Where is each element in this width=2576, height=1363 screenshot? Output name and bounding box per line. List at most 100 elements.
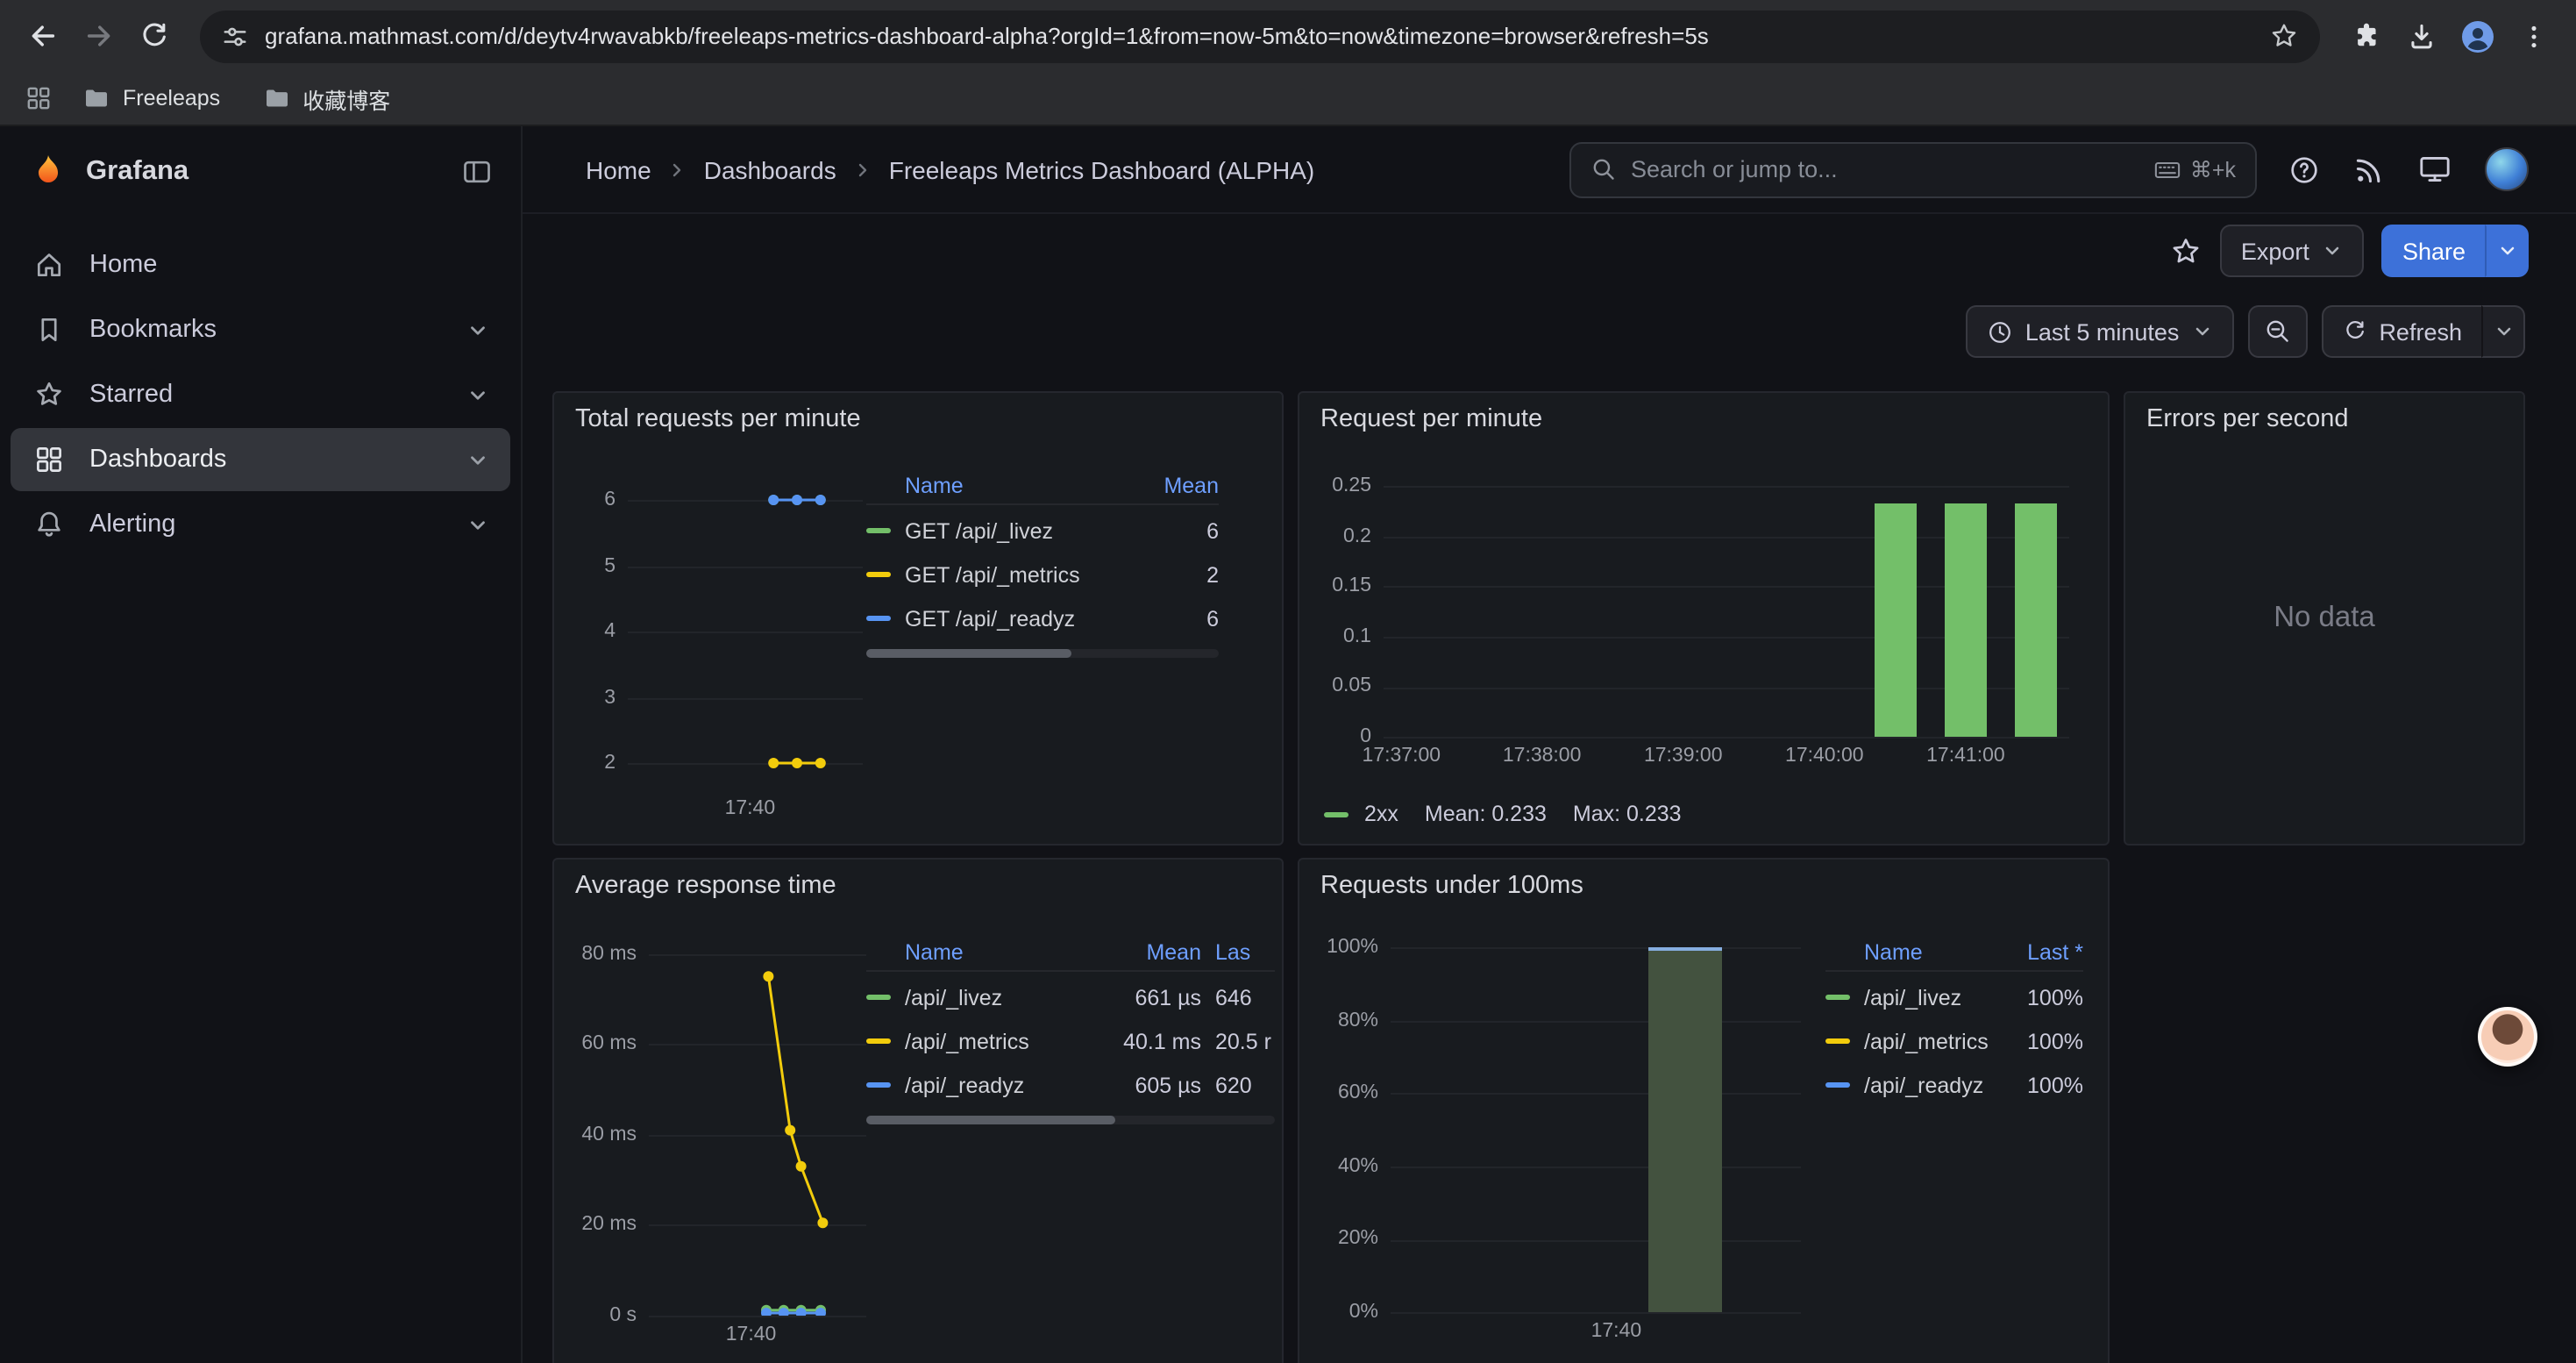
help-icon[interactable] (2288, 153, 2320, 185)
browser-menu-icon[interactable] (2509, 11, 2558, 61)
series-last: 100% (2003, 985, 2083, 1010)
legend-col-name[interactable]: Name (866, 939, 1089, 964)
sidebar-item-home[interactable]: Home (11, 233, 510, 296)
panel-request-per-minute: Request per minute 0.250.20.150.10.05017… (1298, 391, 2110, 846)
legend-col-last[interactable]: Las (1215, 939, 1275, 964)
chevron-down-icon[interactable] (466, 318, 489, 341)
series-name[interactable]: /api/_livez (1864, 985, 1989, 1010)
series-name[interactable]: 2xx (1364, 802, 1398, 826)
zoom-out-icon[interactable] (2247, 305, 2307, 358)
export-button[interactable]: Export (2220, 225, 2364, 277)
sidebar-item-alerting[interactable]: Alerting (11, 493, 510, 556)
series-name[interactable]: /api/_readyz (1864, 1073, 1989, 1097)
url-bar[interactable] (200, 10, 2320, 62)
plot-area[interactable] (1391, 933, 1801, 1312)
series-name[interactable]: /api/_metrics (905, 1029, 1089, 1053)
bookmark-folder-blogs[interactable]: 收藏博客 (250, 76, 402, 120)
refresh-interval-caret[interactable] (2481, 305, 2525, 358)
legend-header: Name Last * (1825, 933, 2083, 972)
bookmark-folder-freeleaps[interactable]: Freeleaps (70, 79, 232, 118)
series-name[interactable]: /api/_readyz (905, 1073, 1089, 1097)
series-name[interactable]: GET /api/_readyz (905, 606, 1135, 631)
legend-scrollbar[interactable] (866, 649, 1219, 658)
back-icon[interactable] (18, 11, 67, 61)
sidebar-item-starred[interactable]: Starred (11, 363, 510, 426)
plot-area[interactable] (649, 940, 866, 1316)
time-range-picker[interactable]: Last 5 minutes (1966, 305, 2234, 358)
series-name[interactable]: GET /api/_metrics (905, 562, 1135, 587)
refresh-split-button: Refresh (2321, 305, 2525, 358)
chevron-down-icon[interactable] (466, 383, 489, 406)
apps-grid-icon[interactable] (25, 84, 53, 112)
legend-row: /api/_metrics 40.1 ms 20.5 r (866, 1019, 1275, 1063)
search-box[interactable]: ⌘+k (1569, 141, 2257, 197)
bookmark-star-icon[interactable] (2269, 21, 2299, 51)
sidebar-item-bookmarks[interactable]: Bookmarks (11, 298, 510, 361)
breadcrumb-home[interactable]: Home (586, 155, 651, 183)
series-name[interactable]: /api/_metrics (1864, 1029, 1989, 1053)
scrollbar-thumb[interactable] (866, 1116, 1115, 1124)
legend-col-name[interactable]: Name (1825, 939, 1989, 964)
y-tick-label: 0.05 (1310, 676, 1371, 697)
forward-icon[interactable] (74, 11, 123, 61)
panel-title[interactable]: Total requests per minute (575, 405, 861, 433)
dock-sidebar-icon[interactable] (461, 156, 493, 188)
panel-title[interactable]: Average response time (575, 872, 836, 900)
search-icon (1590, 156, 1617, 182)
floating-assistant-avatar[interactable] (2478, 1007, 2537, 1067)
legend-col-name[interactable]: Name (866, 473, 1135, 497)
rss-icon[interactable] (2353, 153, 2385, 185)
profile-icon[interactable] (2453, 11, 2502, 61)
breadcrumb: Home Dashboards Freeleaps Metrics Dashbo… (586, 155, 1538, 183)
legend-col-mean[interactable]: Mean (1103, 939, 1201, 964)
monitor-icon[interactable] (2418, 153, 2451, 186)
legend-col-last[interactable]: Last * (2003, 939, 2083, 964)
app-header: Home Dashboards Freeleaps Metrics Dashbo… (523, 126, 2576, 214)
plot-area[interactable] (1384, 467, 2069, 737)
site-settings-icon[interactable] (221, 22, 249, 50)
legend-scrollbar[interactable] (866, 1116, 1275, 1124)
url-input[interactable] (265, 23, 2253, 49)
series-mean: Mean: 0.233 (1425, 802, 1547, 826)
gridline (649, 1316, 866, 1317)
panel-title[interactable]: Requests under 100ms (1320, 872, 1583, 900)
series-plot (649, 940, 866, 1316)
y-tick-label: 0 s (565, 1305, 637, 1326)
panel-title[interactable]: Request per minute (1320, 405, 1542, 433)
series-mean: 2 (1149, 562, 1219, 587)
chevron-down-icon[interactable] (466, 513, 489, 536)
breadcrumb-dashboards[interactable]: Dashboards (704, 155, 836, 183)
reload-icon[interactable] (130, 11, 179, 61)
bookmark-label: Freeleaps (123, 86, 220, 111)
extensions-icon[interactable] (2341, 11, 2390, 61)
gridline (1391, 1094, 1801, 1095)
favorite-star-icon[interactable] (2169, 234, 2202, 268)
share-button[interactable]: Share (2381, 225, 2485, 277)
series-max: Max: 0.233 (1573, 802, 1682, 826)
series-mean: 40.1 ms (1103, 1029, 1201, 1053)
gridline (1391, 948, 1801, 950)
header-icons (2288, 147, 2529, 191)
x-tick-label: 17:38:00 (1503, 746, 1582, 767)
refresh-button[interactable]: Refresh (2321, 305, 2481, 358)
sidebar-item-label: Alerting (89, 510, 175, 539)
sidebar-item-dashboards[interactable]: Dashboards (11, 428, 510, 491)
sidebar: Grafana Home Bookmarks (0, 126, 523, 1363)
search-input[interactable] (1631, 156, 2139, 182)
share-menu-caret[interactable] (2485, 225, 2529, 277)
time-controls: Last 5 minutes Refresh (1966, 305, 2525, 358)
scrollbar-thumb[interactable] (866, 649, 1071, 658)
downloads-icon[interactable] (2397, 11, 2446, 61)
series-name[interactable]: GET /api/_livez (905, 518, 1135, 543)
grafana-logo-icon[interactable] (28, 152, 68, 192)
breadcrumb-separator-icon (667, 159, 688, 180)
chevron-down-icon[interactable] (466, 448, 489, 471)
y-tick-label: 40% (1310, 1156, 1378, 1177)
legend-col-mean[interactable]: Mean (1149, 473, 1219, 497)
series-name[interactable]: /api/_livez (905, 985, 1089, 1010)
user-avatar[interactable] (2485, 147, 2529, 191)
panel-requests-under-100ms: Requests under 100ms 100%80%60%40%20%0%1… (1298, 858, 2110, 1363)
refresh-icon (2342, 319, 2366, 344)
plot-area[interactable] (628, 474, 863, 789)
total-requests-chart: 6543217:40 (565, 463, 880, 835)
